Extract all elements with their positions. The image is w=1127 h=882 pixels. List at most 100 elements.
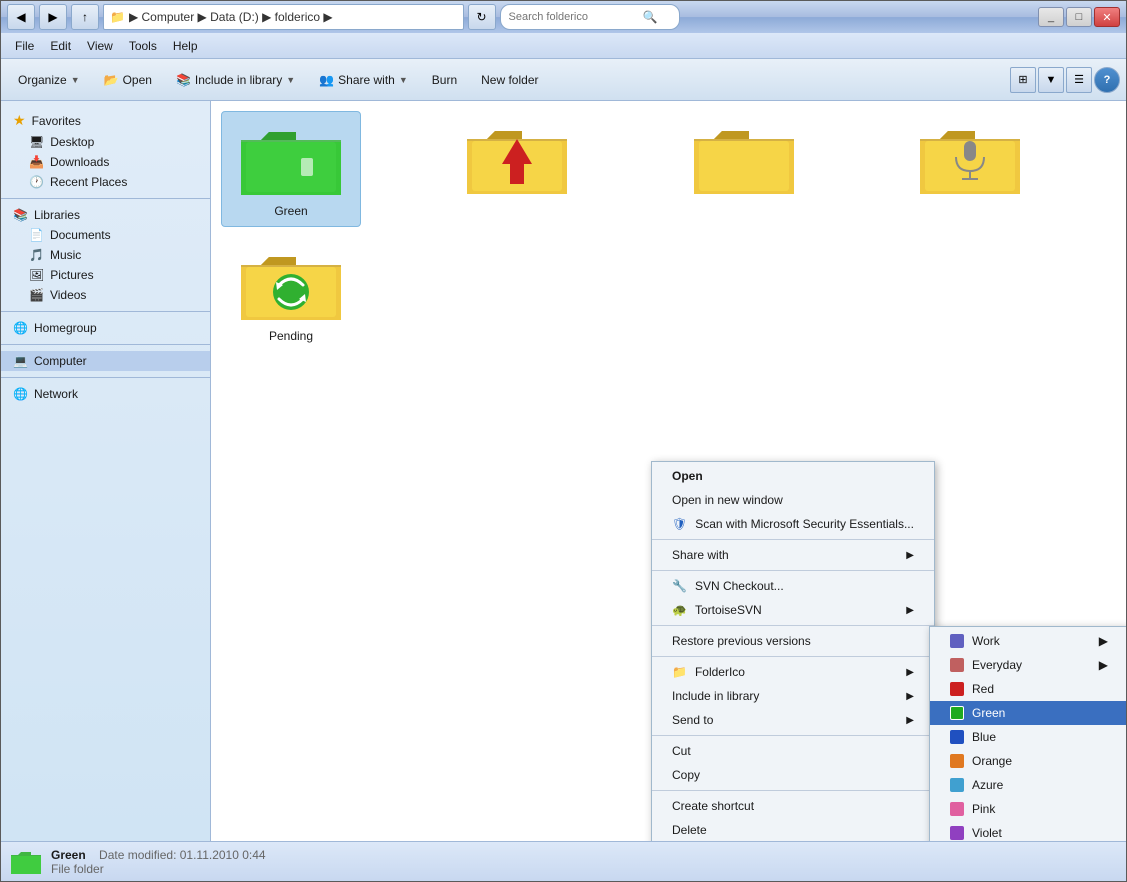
ctx-open-new-window[interactable]: Open in new window [652, 488, 934, 512]
sidebar-item-pictures[interactable]: 🖼 Pictures [1, 265, 210, 285]
sub-item-pink[interactable]: Pink [930, 797, 1126, 821]
sidebar: ★ Favorites 🖥 Desktop 📥 Downloads 🕐 Rece… [1, 101, 211, 841]
sub-item-violet[interactable]: Violet [930, 821, 1126, 841]
folder-item-right[interactable] [674, 111, 814, 227]
share-icon: 👥 [319, 73, 334, 87]
folder-item-pending[interactable]: Pending [221, 237, 361, 351]
view-details[interactable]: ☰ [1066, 67, 1092, 93]
refresh-button[interactable]: ↻ [468, 4, 496, 30]
address-path: ▶ Computer ▶ Data (D:) ▶ folderico ▶ [129, 10, 333, 24]
sidebar-item-network[interactable]: 🌐 Network [1, 384, 210, 404]
sub-item-green[interactable]: Green [930, 701, 1126, 725]
close-button[interactable]: ✕ [1094, 7, 1120, 27]
music-label: Music [50, 248, 81, 262]
sub-label-pink: Pink [972, 802, 995, 816]
menu-edit[interactable]: Edit [42, 37, 79, 55]
sidebar-item-recent-places[interactable]: 🕐 Recent Places [1, 172, 210, 192]
share-with-button[interactable]: 👥 Share with ▼ [308, 64, 419, 96]
ctx-tortoise-svn[interactable]: 🐢 TortoiseSVN ▶ [652, 598, 934, 622]
sub-item-blue[interactable]: Blue [930, 725, 1126, 749]
include-label: Include in library [195, 73, 282, 87]
include-in-library-button[interactable]: 📚 Include in library ▼ [165, 64, 306, 96]
ctx-sep-5 [652, 735, 934, 736]
ctx-create-shortcut[interactable]: Create shortcut [652, 794, 934, 818]
ctx-svn-icon: 🔧 [672, 579, 687, 593]
ctx-send-to[interactable]: Send to ▶ [652, 708, 934, 732]
back-button[interactable]: ◀ [7, 4, 35, 30]
folder-svg-right [694, 119, 794, 199]
sidebar-item-videos[interactable]: 🎬 Videos [1, 285, 210, 305]
sidebar-item-documents[interactable]: 📄 Documents [1, 225, 210, 245]
pictures-icon: 🖼 [29, 268, 44, 282]
homegroup-icon: 🌐 [13, 321, 28, 335]
sub-item-azure[interactable]: Azure [930, 773, 1126, 797]
maximize-button[interactable]: □ [1066, 7, 1092, 27]
sub-label-green: Green [972, 706, 1005, 720]
organize-button[interactable]: Organize ▼ [7, 64, 91, 96]
sidebar-item-homegroup[interactable]: 🌐 Homegroup [1, 318, 210, 338]
ctx-include-in-library[interactable]: Include in library ▶ [652, 684, 934, 708]
ctx-scan[interactable]: 🛡 Scan with Microsoft Security Essential… [652, 512, 934, 536]
sidebar-item-desktop[interactable]: 🖥 Desktop [1, 132, 210, 152]
sub-item-work[interactable]: Work ▶ [930, 629, 1126, 653]
address-bar[interactable]: 📁 ▶ Computer ▶ Data (D:) ▶ folderico ▶ [103, 4, 464, 30]
ctx-delete[interactable]: Delete [652, 818, 934, 841]
forward-button[interactable]: ▶ [39, 4, 67, 30]
ctx-scan-icon: 🛡 [672, 517, 687, 531]
menu-tools[interactable]: Tools [121, 37, 165, 55]
menu-help[interactable]: Help [165, 37, 206, 55]
ctx-share-with[interactable]: Share with ▶ [652, 543, 934, 567]
minimize-button[interactable]: _ [1038, 7, 1064, 27]
folder-svg-mic [920, 119, 1020, 199]
ctx-copy[interactable]: Copy [652, 763, 934, 787]
up-button[interactable]: ↑ [71, 4, 99, 30]
ctx-sep-1 [652, 539, 934, 540]
folder-item-upload[interactable] [447, 111, 587, 227]
folder-svg-upload [467, 119, 567, 199]
open-button[interactable]: 📂 Open [93, 64, 163, 96]
ctx-open[interactable]: Open [652, 464, 934, 488]
sub-item-red[interactable]: Red [930, 677, 1126, 701]
sub-item-everyday[interactable]: Everyday ▶ [930, 653, 1126, 677]
sub-label-red: Red [972, 682, 994, 696]
ctx-copy-label: Copy [672, 768, 700, 782]
status-folder-name: Green [51, 848, 86, 862]
sub-color-azure [950, 778, 964, 792]
ctx-share-arrow: ▶ [906, 550, 914, 561]
sub-arrow-work: ▶ [1099, 634, 1108, 648]
menu-view[interactable]: View [79, 37, 121, 55]
ctx-cut[interactable]: Cut [652, 739, 934, 763]
new-folder-label: New folder [481, 73, 538, 87]
ctx-svn-checkout[interactable]: 🔧 SVN Checkout... [652, 574, 934, 598]
folder-label-green: Green [274, 204, 307, 218]
ctx-tortoise-label: TortoiseSVN [695, 603, 762, 617]
ctx-cut-label: Cut [672, 744, 691, 758]
ctx-folder-ico[interactable]: 📁 FolderIco ▶ [652, 660, 934, 684]
new-folder-button[interactable]: New folder [470, 64, 549, 96]
folder-svg-pending [241, 245, 341, 325]
ctx-share-label: Share with [672, 548, 729, 562]
search-box[interactable]: 🔍 [500, 4, 680, 30]
view-large-icons[interactable]: ⊞ [1010, 67, 1036, 93]
sub-label-work: Work [972, 634, 1000, 648]
sidebar-item-downloads[interactable]: 📥 Downloads [1, 152, 210, 172]
favorites-section: ★ Favorites 🖥 Desktop 📥 Downloads 🕐 Rece… [1, 109, 210, 192]
folder-item-mic[interactable] [900, 111, 1040, 227]
star-icon: ★ [13, 112, 26, 129]
ctx-svn-label: SVN Checkout... [695, 579, 784, 593]
sidebar-item-computer[interactable]: 💻 Computer [1, 351, 210, 371]
ctx-restore-versions[interactable]: Restore previous versions [652, 629, 934, 653]
view-options: ⊞ ▼ ☰ ? [1010, 67, 1120, 93]
sub-label-orange: Orange [972, 754, 1012, 768]
search-input[interactable] [509, 11, 639, 23]
help-button[interactable]: ? [1094, 67, 1120, 93]
pictures-label: Pictures [50, 268, 93, 282]
open-label: Open [123, 73, 152, 87]
main-window: ◀ ▶ ↑ 📁 ▶ Computer ▶ Data (D:) ▶ folderi… [0, 0, 1127, 882]
sidebar-item-music[interactable]: 🎵 Music [1, 245, 210, 265]
burn-button[interactable]: Burn [421, 64, 468, 96]
folder-item-green[interactable]: Green [221, 111, 361, 227]
view-dropdown[interactable]: ▼ [1038, 67, 1064, 93]
menu-file[interactable]: File [7, 37, 42, 55]
sub-item-orange[interactable]: Orange [930, 749, 1126, 773]
